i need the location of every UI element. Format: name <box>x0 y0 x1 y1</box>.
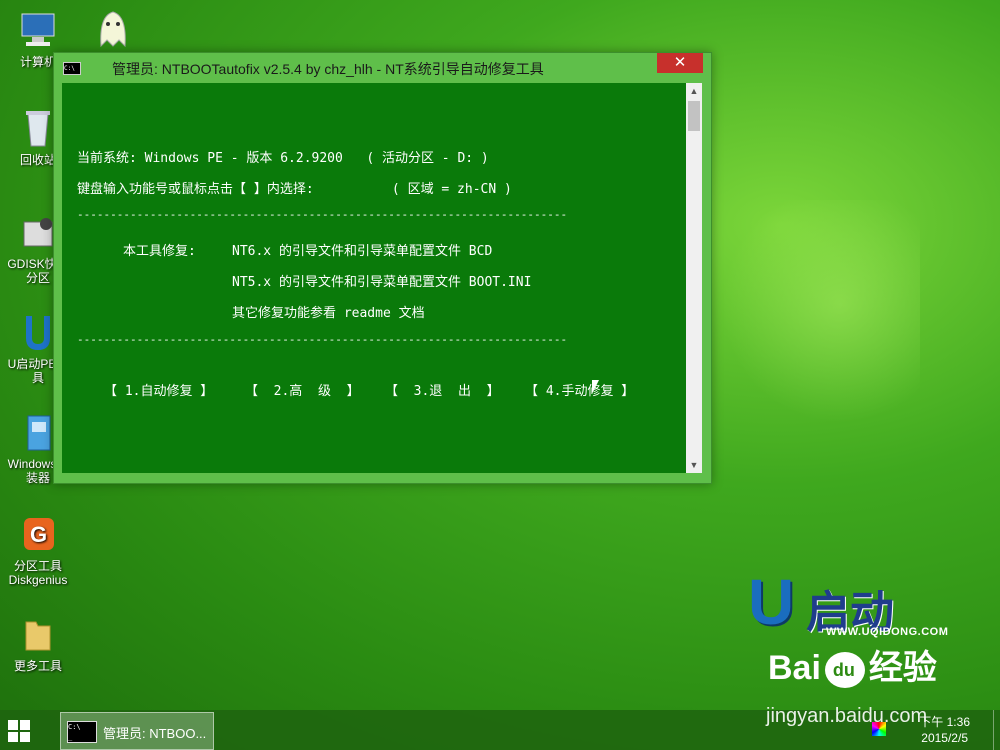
uqidong-u-logo-icon: U <box>748 566 795 638</box>
show-desktop-button[interactable] <box>993 710 1000 750</box>
clock-date: 2015/2/5 <box>921 731 968 745</box>
windows-logo-icon <box>8 720 18 730</box>
console-area[interactable]: 当前系统: Windows PE - 版本 6.2.9200 ( 活动分区 - … <box>62 83 686 473</box>
taskbar-item-console[interactable]: C:\ _ 管理员: NTBOO... <box>60 712 214 750</box>
vertical-scrollbar[interactable]: ▲ ▼ <box>686 83 702 473</box>
baidu-jingyan-logo: Bai du 经验 <box>768 640 937 689</box>
desktop-icon-label: 分区工具 Diskgenius <box>8 559 68 587</box>
desktop-icon-ghost[interactable] <box>78 6 148 51</box>
window-title: 管理员: NTBOOTautofix v2.5.4 by chz_hlh - N… <box>112 61 544 77</box>
taskbar-item-label: 管理员: NTBOO... <box>103 726 207 741</box>
cmd-icon: C:\ _ <box>67 721 97 743</box>
uqidong-icon <box>18 312 58 354</box>
uqidong-url: WWW.UQIDONG.COM <box>826 626 949 638</box>
cmd-icon: C:\ <box>63 62 81 75</box>
baidu-text-left: Bai <box>768 649 821 687</box>
ghost-icon <box>93 6 133 48</box>
disk-tool-icon <box>18 212 58 254</box>
repair-item-nt6: NT6.x 的引导文件和引导菜单配置文件 BCD <box>232 244 493 259</box>
wallpaper-glow <box>720 200 920 460</box>
scroll-down-arrow-icon[interactable]: ▼ <box>686 457 702 473</box>
input-prompt-line: 键盘输入功能号或鼠标点击【 】内选择: ( 区域 = zh-CN ) <box>77 182 512 197</box>
window-titlebar[interactable]: C:\ 管理员: NTBOOTautofix v2.5.4 by chz_hlh… <box>54 53 711 81</box>
uqidong-logo: U 启动 WWW.UQIDONG.COM <box>748 570 963 645</box>
diskgenius-icon: G <box>18 514 58 556</box>
option-advanced[interactable]: 【 2.高 级 】 <box>245 380 360 399</box>
desktop-icon-label: 更多工具 <box>13 659 62 673</box>
repair-item-readme: 其它修复功能参看 readme 文档 <box>232 306 425 321</box>
close-button[interactable]: ✕ <box>657 53 703 73</box>
console-window[interactable]: C:\ 管理员: NTBOOTautofix v2.5.4 by chz_hlh… <box>53 52 712 484</box>
option-auto-repair[interactable]: 【 1.自动修复 】 <box>104 380 213 399</box>
separator-bottom: ----------------------------------------… <box>77 333 568 346</box>
desktop-icon-more-tools[interactable]: 更多工具 <box>3 614 73 673</box>
baidu-paw-icon: du <box>824 652 865 689</box>
computer-icon <box>18 10 58 52</box>
option-exit[interactable]: 【 3.退 出 】 <box>385 380 500 399</box>
folder-icon <box>18 614 58 656</box>
option-manual-repair[interactable]: 【 4.手动修复 】 <box>525 380 634 399</box>
scroll-up-arrow-icon[interactable]: ▲ <box>686 83 702 99</box>
recycle-bin-icon <box>18 108 58 150</box>
desktop-icon-diskgenius[interactable]: G 分区工具 Diskgenius <box>3 514 73 587</box>
svg-text:G: G <box>30 522 47 547</box>
scroll-thumb[interactable] <box>688 101 700 131</box>
mouse-cursor-icon <box>592 380 599 394</box>
current-system-line: 当前系统: Windows PE - 版本 6.2.9200 ( 活动分区 - … <box>77 151 489 166</box>
installer-icon <box>18 412 58 454</box>
jingyan-watermark-url: jingyan.baidu.com <box>766 705 928 727</box>
repair-label: 本工具修复: <box>123 244 196 259</box>
repair-item-nt5: NT5.x 的引导文件和引导菜单配置文件 BOOT.INI <box>232 275 532 290</box>
separator-top: ----------------------------------------… <box>77 208 568 221</box>
baidu-text-right: 经验 <box>868 649 937 687</box>
start-button[interactable] <box>8 720 30 742</box>
